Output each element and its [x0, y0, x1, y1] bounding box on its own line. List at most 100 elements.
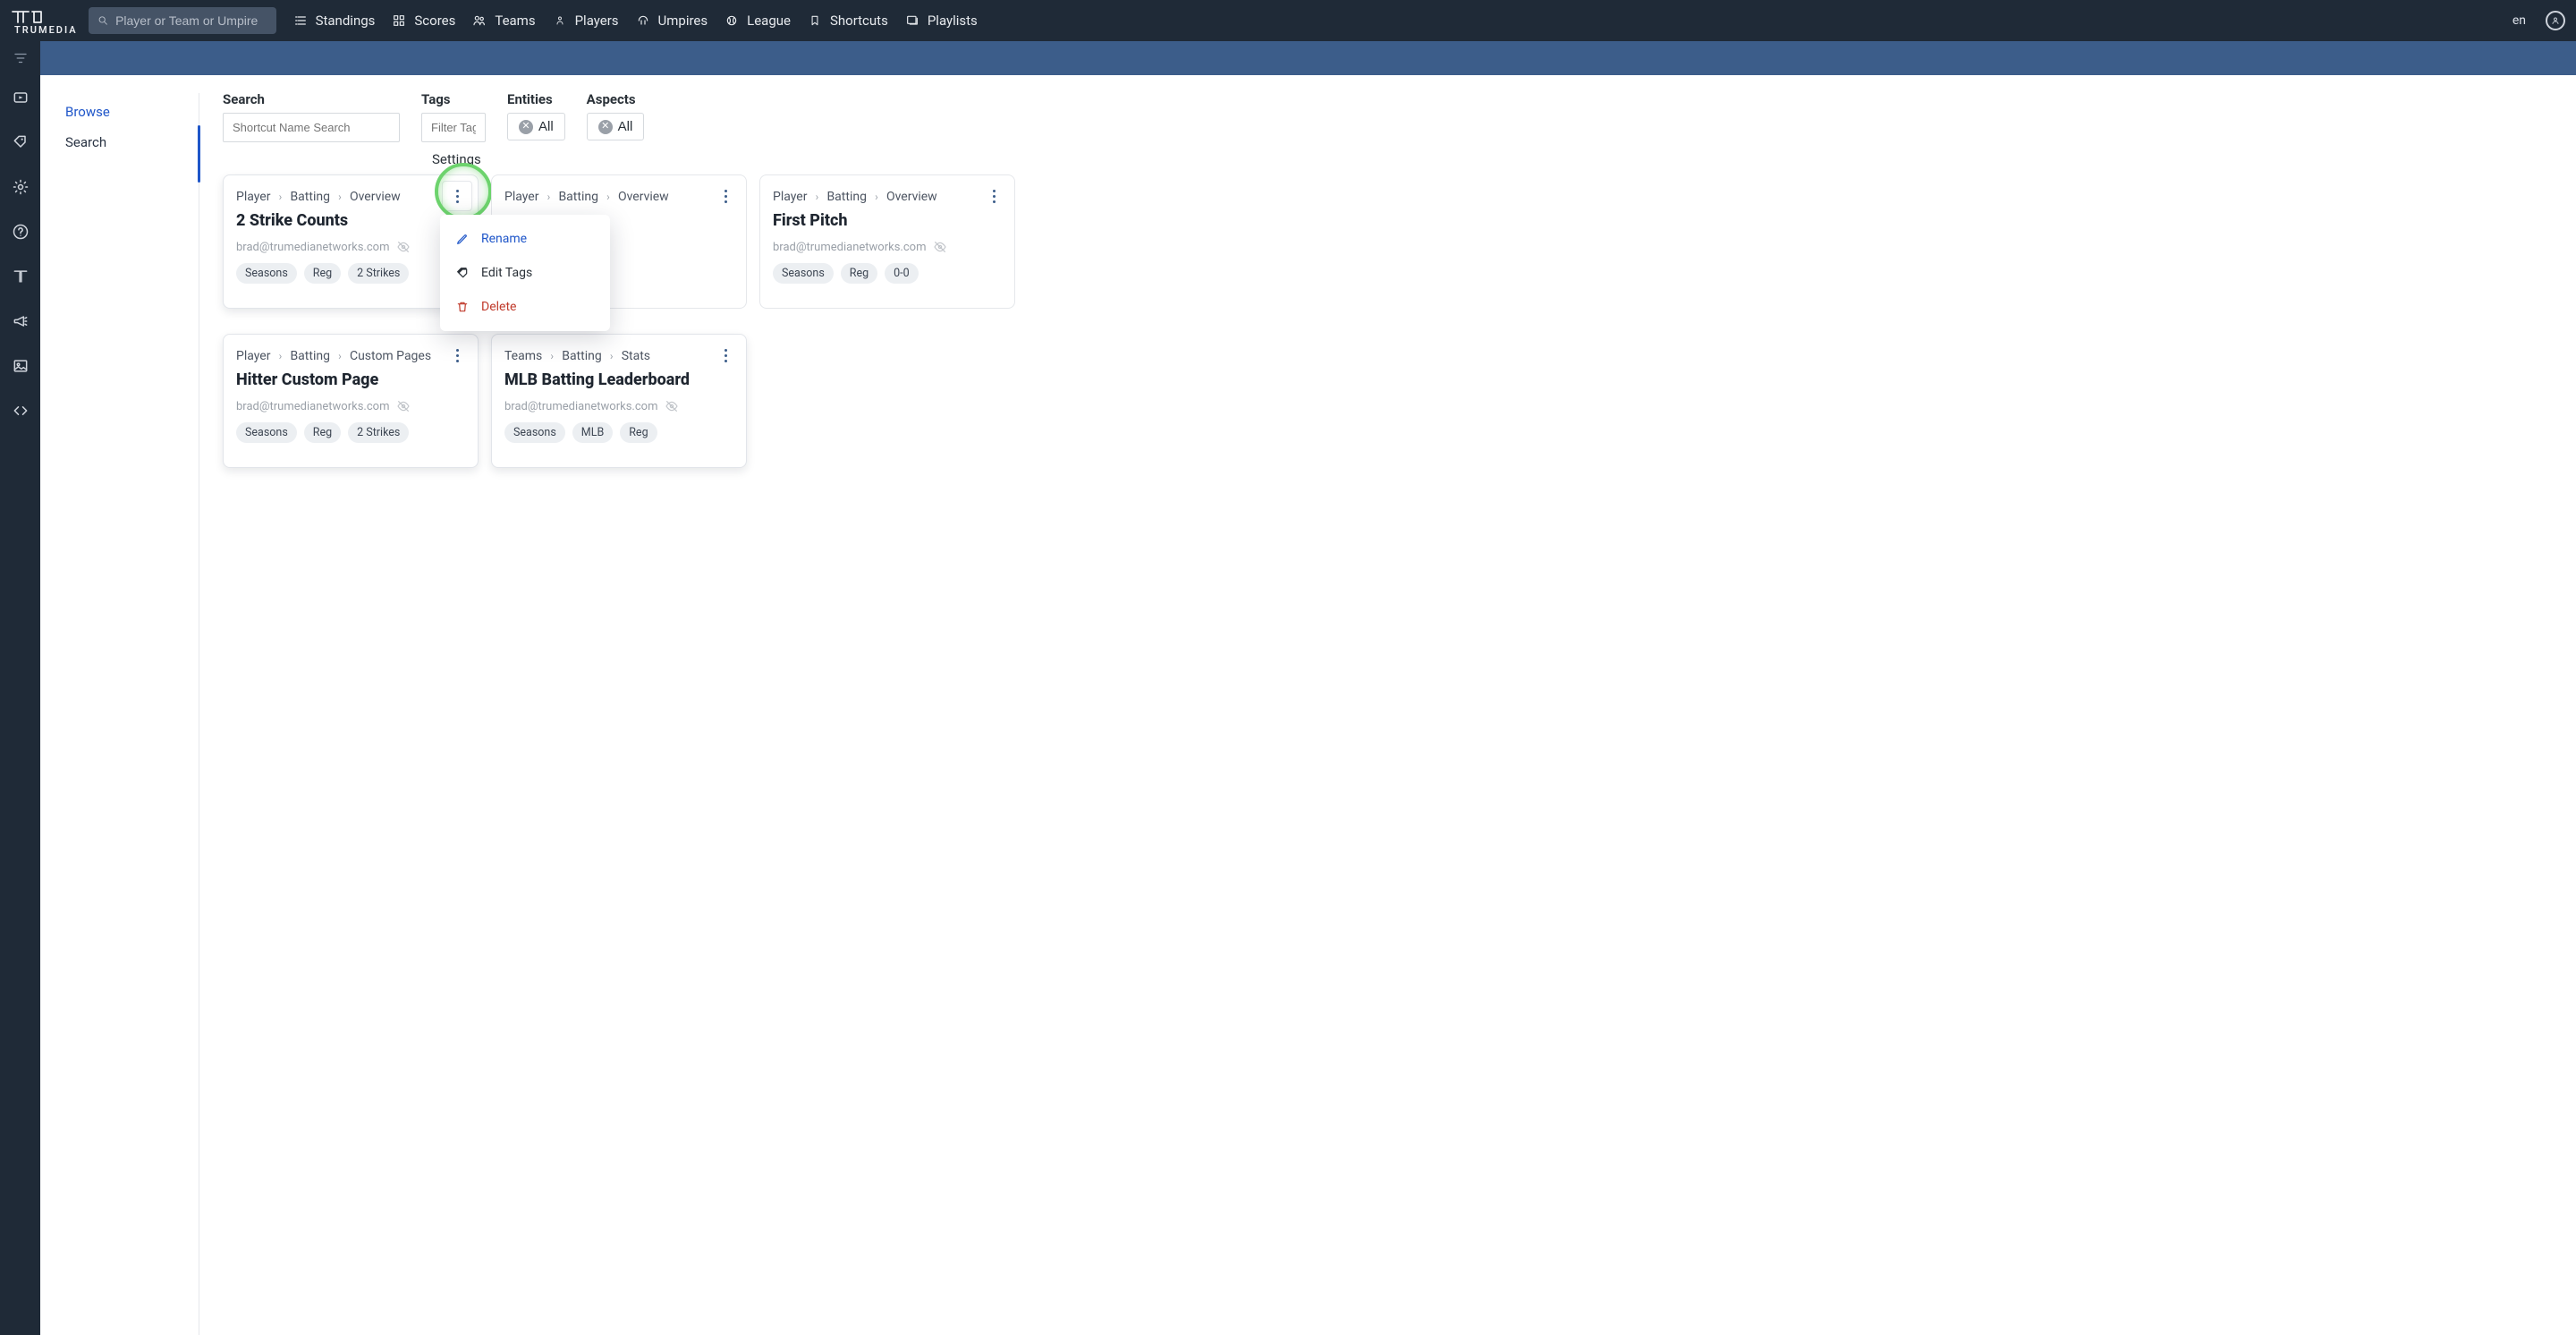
crumb-part: Overview	[618, 190, 669, 204]
crumb-part: Batting	[290, 190, 330, 204]
filter-icon	[13, 50, 29, 66]
shortcut-card[interactable]: Player › Batting › Overview 2 Strike Cou…	[223, 174, 479, 309]
card-menu-button[interactable]	[984, 186, 1004, 206]
card-title: First Pitch	[773, 211, 1002, 231]
breadcrumb: Player › Batting › Overview	[773, 190, 1002, 204]
card-menu-button[interactable]	[716, 345, 735, 365]
tag-row: Seasons Reg 0-0	[773, 263, 1002, 284]
shortcut-card[interactable]: Player › Batting › Custom Pages Hitter C…	[223, 334, 479, 468]
breadcrumb: Player › Batting › Custom Pages	[236, 349, 465, 363]
filter-toggle-button[interactable]	[0, 41, 40, 75]
rail-settings-icon[interactable]	[11, 177, 30, 197]
owner-row: brad@trumedianetworks.com	[236, 399, 465, 413]
rail-announce-icon[interactable]	[11, 311, 30, 331]
kebab-icon	[724, 190, 727, 203]
clear-icon: ✕	[519, 120, 533, 134]
language-toggle[interactable]: en	[2512, 13, 2526, 28]
filter-entities: Entities ✕ All	[507, 91, 565, 140]
pencil-icon	[454, 231, 470, 247]
entities-value: All	[538, 119, 554, 134]
shortcut-card[interactable]: Teams › Batting › Stats MLB Batting Lead…	[491, 334, 747, 468]
filter-search: Search	[223, 91, 400, 142]
owner-email: brad@trumedianetworks.com	[236, 400, 389, 413]
subnav-bar	[40, 41, 2576, 75]
rail-help-icon[interactable]	[11, 222, 30, 242]
global-search[interactable]	[89, 7, 276, 34]
nav-umpires[interactable]: Umpires	[635, 13, 708, 29]
nav-label: Playlists	[928, 13, 978, 29]
crumb-part: Batting	[826, 190, 867, 204]
bookmark-icon	[807, 13, 823, 29]
nav-playlists[interactable]: Playlists	[904, 13, 978, 29]
aspects-all-button[interactable]: ✕ All	[587, 113, 645, 140]
nav-standings[interactable]: Standings	[292, 13, 376, 29]
rail-video-icon[interactable]	[11, 88, 30, 107]
nav-shortcuts[interactable]: Shortcuts	[807, 13, 888, 29]
chevron-right-icon: ›	[544, 191, 553, 203]
rail-docs-icon[interactable]	[11, 267, 30, 286]
shortcut-card[interactable]: Player › Batting › Overview First Pitch …	[759, 174, 1015, 309]
filter-tags: Tags	[421, 91, 486, 142]
brand: TRUMEDIA	[7, 0, 78, 41]
nav-label: Standings	[316, 13, 376, 29]
tag-chip: MLB	[572, 422, 613, 443]
global-search-input[interactable]	[115, 13, 267, 28]
entities-all-button[interactable]: ✕ All	[507, 113, 565, 140]
left-rail	[0, 75, 40, 1335]
person-icon	[552, 13, 568, 29]
card-menu-button[interactable]	[442, 181, 472, 211]
aspects-value: All	[618, 119, 633, 134]
tag-chip: Seasons	[504, 422, 565, 443]
nav-label: Teams	[495, 13, 535, 29]
call-icon	[635, 13, 651, 29]
owner-email: brad@trumedianetworks.com	[236, 241, 389, 254]
tag-chip: Seasons	[773, 263, 834, 284]
nav-scores[interactable]: Scores	[391, 13, 455, 29]
search-icon	[97, 14, 108, 27]
chevron-right-icon: ›	[604, 191, 613, 203]
filter-tags-input[interactable]	[421, 113, 486, 142]
kebab-icon	[724, 349, 727, 362]
rail-code-icon[interactable]	[11, 401, 30, 421]
tag-row: Seasons Reg 2 Strikes	[236, 263, 465, 284]
ctx-rename[interactable]: Rename	[440, 222, 610, 256]
card-menu-button[interactable]	[716, 186, 735, 206]
filter-label-entities: Entities	[507, 91, 565, 107]
crumb-part: Teams	[504, 349, 542, 363]
breadcrumb: Teams › Batting › Stats	[504, 349, 733, 363]
nav-league[interactable]: League	[724, 13, 791, 29]
shortcut-grid: Player › Batting › Overview 2 Strike Cou…	[223, 174, 2553, 468]
owner-email: brad@trumedianetworks.com	[504, 400, 657, 413]
account-avatar[interactable]	[2546, 11, 2565, 30]
owner-row: brad@trumedianetworks.com	[504, 399, 733, 413]
owner-email: brad@trumedianetworks.com	[773, 241, 926, 254]
rail-image-icon[interactable]	[11, 356, 30, 376]
rail-tags-icon[interactable]	[11, 132, 30, 152]
side-search-link[interactable]: Search	[65, 127, 189, 157]
chevron-right-icon: ›	[275, 350, 284, 362]
visibility-off-icon	[396, 240, 411, 254]
owner-row: brad@trumedianetworks.com	[773, 240, 1002, 254]
nav-teams[interactable]: Teams	[471, 13, 535, 29]
ctx-edit-tags[interactable]: Edit Tags	[440, 256, 610, 290]
crumb-part: Player	[236, 190, 270, 204]
chevron-right-icon: ›	[547, 350, 556, 362]
breadcrumb: Player › Batting › Overview	[236, 190, 465, 204]
tag-chip: Seasons	[236, 263, 297, 284]
shortcut-name-search-input[interactable]	[223, 113, 400, 142]
card-menu-button[interactable]	[447, 345, 467, 365]
tag-chip: Reg	[620, 422, 657, 443]
tag-chip: Reg	[304, 263, 341, 284]
tag-chip: Reg	[304, 422, 341, 443]
tag-chip: 2 Strikes	[348, 263, 409, 284]
league-icon	[724, 13, 740, 29]
nav-items: Standings Scores Teams Players Umpires L…	[292, 13, 978, 29]
ctx-delete[interactable]: Delete	[440, 290, 610, 324]
ctx-label: Edit Tags	[481, 266, 532, 280]
settings-label: Settings	[432, 151, 2553, 167]
nav-players[interactable]: Players	[552, 13, 619, 29]
kebab-icon	[456, 190, 459, 203]
side-browse-link[interactable]: Browse	[65, 97, 189, 127]
crumb-part: Batting	[290, 349, 330, 363]
visibility-off-icon	[655, 240, 669, 254]
